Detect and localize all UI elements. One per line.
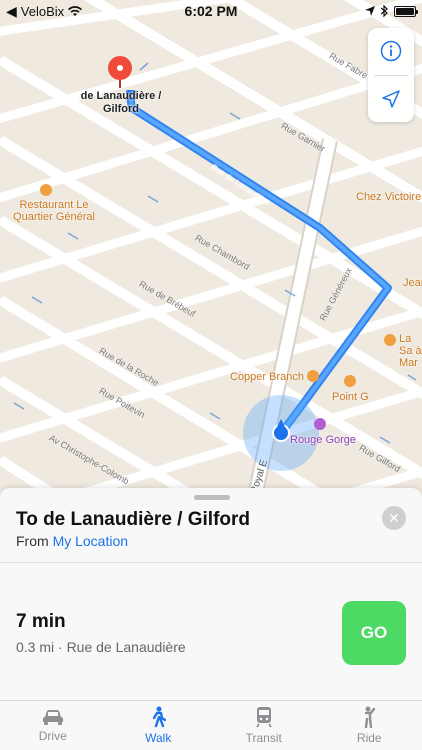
restaurant-poi-icon (40, 184, 52, 196)
info-button[interactable] (368, 28, 414, 75)
tab-ride[interactable]: Ride (317, 701, 422, 750)
sheet-grabber-handle[interactable] (194, 495, 230, 500)
divider (0, 562, 422, 563)
poi-rouge-gorge[interactable]: Rouge Gorge (290, 434, 356, 446)
info-icon (380, 41, 402, 62)
from-label: From (16, 533, 49, 549)
map-controls (368, 28, 414, 122)
track-location-button[interactable] (368, 76, 414, 123)
destination-title: To de Lanaudière / Gilford (16, 509, 251, 530)
map-view[interactable]: de Lanaudière / Gilford Restaurant Le Qu… (0, 0, 422, 500)
tab-drive[interactable]: Drive (0, 701, 106, 750)
tab-walk[interactable]: Walk (106, 701, 212, 750)
route-details: 0.3 mi · Rue de Lanaudière (16, 639, 186, 655)
tab-drive-label: Drive (38, 729, 67, 743)
poi-copper-branch[interactable]: Copper Branch (230, 371, 304, 383)
destination-pin-label: de Lanaudière / Gilford (80, 90, 162, 115)
route-duration[interactable]: 7 min (16, 611, 66, 633)
ride-icon (365, 706, 376, 728)
from-location-link[interactable]: My Location (53, 533, 128, 549)
poi-point-g[interactable]: Point G (332, 391, 369, 403)
poi-la-sa[interactable]: La Sa à Mar (399, 333, 422, 369)
tab-transit-label: Transit (245, 731, 282, 745)
tab-transit[interactable]: Transit (211, 701, 317, 750)
poi-restaurant-le-quartier-general[interactable]: Restaurant Le Quartier Général (6, 199, 102, 223)
transport-mode-tab-bar: Drive Walk Transit Ride (0, 700, 422, 750)
poi-jean[interactable]: Jean (403, 277, 422, 289)
location-services-icon (365, 6, 375, 16)
go-button[interactable]: GO (342, 601, 406, 665)
bluetooth-icon (381, 5, 388, 17)
tab-ride-label: Ride (356, 731, 382, 745)
tab-walk-label: Walk (145, 731, 172, 745)
close-button[interactable]: ✕ (382, 506, 406, 530)
train-icon (256, 707, 272, 728)
walk-icon (153, 706, 167, 728)
poi-chez-victoire[interactable]: Chez Victoire (356, 191, 421, 203)
wifi-icon (68, 5, 83, 16)
close-icon: ✕ (388, 509, 400, 526)
from-line: From My Location (16, 533, 128, 549)
back-chevron-icon[interactable]: ◀ (6, 3, 17, 20)
back-to-app-label[interactable]: VeloBix (21, 4, 64, 19)
directions-sheet: To de Lanaudière / Gilford From My Locat… (0, 488, 422, 700)
car-icon (42, 710, 63, 725)
location-arrow-icon (382, 90, 400, 108)
battery-icon (394, 5, 418, 17)
status-bar: ◀ VeloBix 6:02 PM (0, 0, 422, 22)
